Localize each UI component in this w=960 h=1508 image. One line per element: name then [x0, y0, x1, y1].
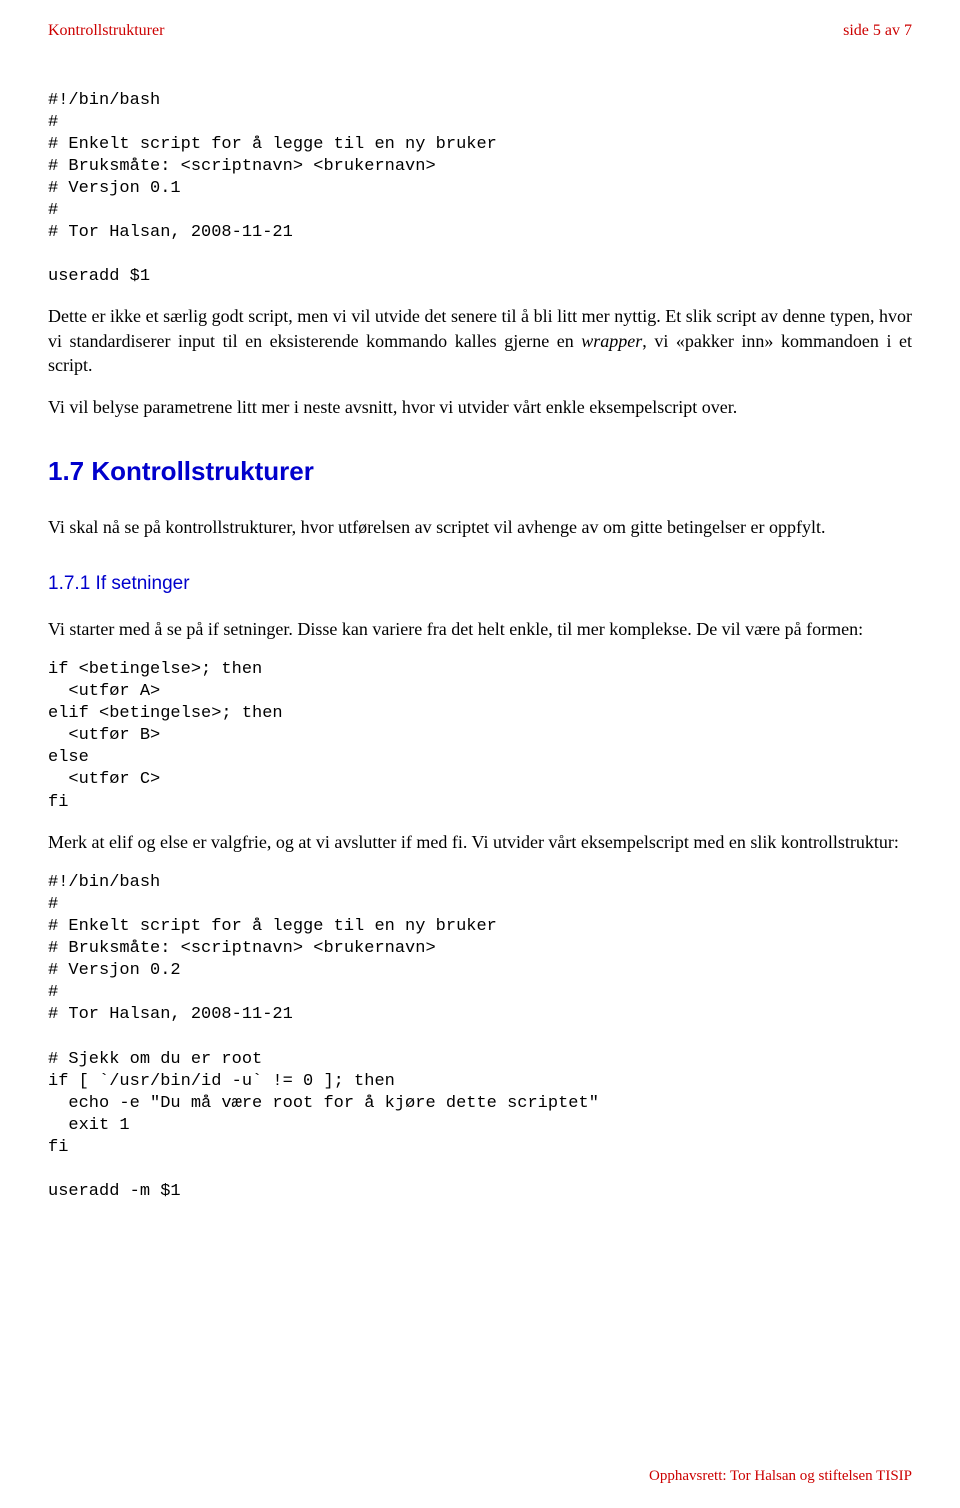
paragraph-3: Vi skal nå se på kontrollstrukturer, hvo… — [48, 515, 912, 539]
code-block-1: #!/bin/bash # # Enkelt script for å legg… — [48, 90, 912, 289]
header-section-title: Kontrollstrukturer — [48, 20, 164, 42]
code-block-2: if <betingelse>; then <utfør A> elif <be… — [48, 659, 912, 814]
paragraph-5: Merk at elif og else er valgfrie, og at … — [48, 830, 912, 854]
paragraph-1: Dette er ikke et særlig godt script, men… — [48, 304, 912, 377]
section-heading: 1.7 Kontrollstrukturer — [48, 454, 912, 489]
page: Kontrollstrukturer side 5 av 7 #!/bin/ba… — [0, 0, 960, 1508]
paragraph-2: Vi vil belyse parametrene litt mer i nes… — [48, 395, 912, 419]
subsection-heading: 1.7.1 If setninger — [48, 571, 912, 597]
code-block-3: #!/bin/bash # # Enkelt script for å legg… — [48, 872, 912, 1203]
paragraph-4: Vi starter med å se på if setninger. Dis… — [48, 617, 912, 641]
paragraph-1-wrapper-term: wrapper — [581, 331, 642, 351]
header-page-number: side 5 av 7 — [843, 20, 912, 42]
page-footer-copyright: Opphavsrett: Tor Halsan og stiftelsen TI… — [649, 1466, 912, 1486]
page-header: Kontrollstrukturer side 5 av 7 — [48, 20, 912, 42]
